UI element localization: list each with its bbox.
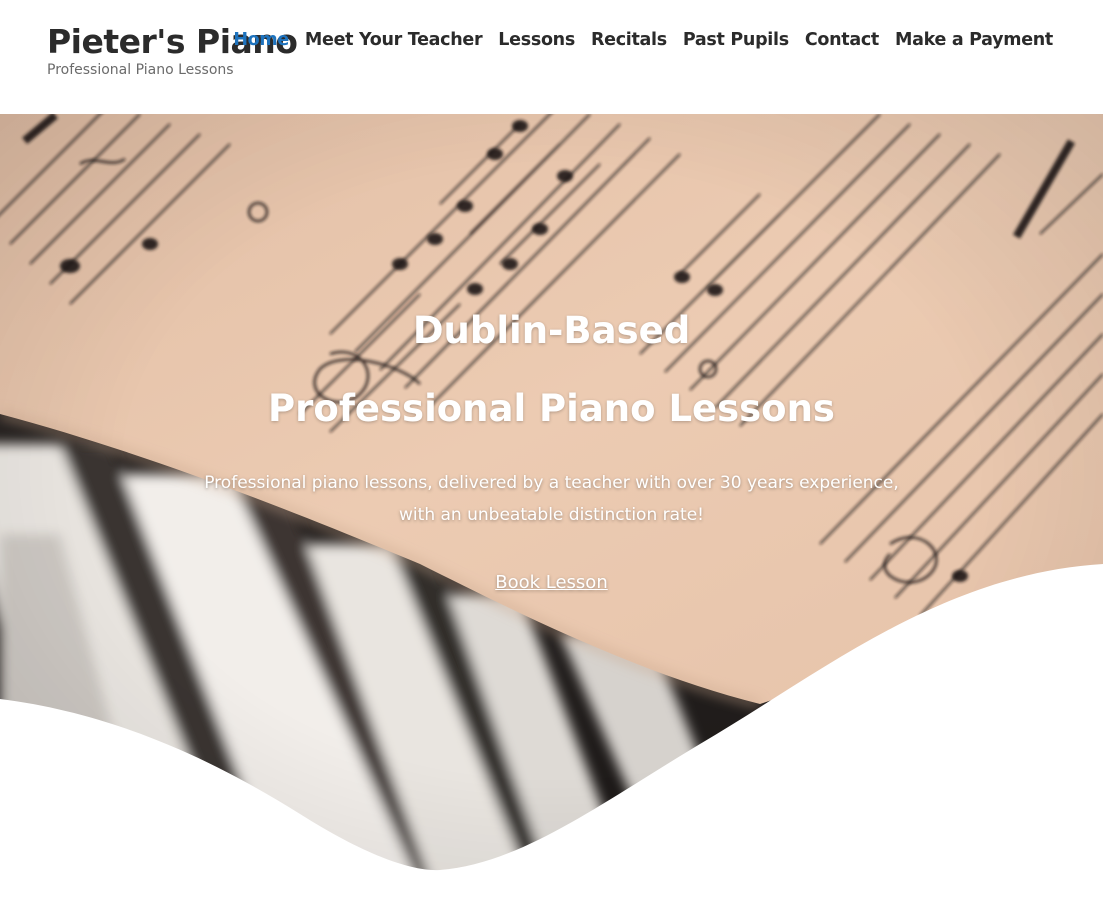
- site-header: Pieter's Piano Professional Piano Lesson…: [0, 0, 1103, 114]
- main-nav: Home Meet Your Teacher Lessons Recitals …: [233, 30, 1053, 50]
- nav-make-a-payment[interactable]: Make a Payment: [895, 30, 1053, 50]
- hero-description: Professional piano lessons, delivered by…: [204, 473, 899, 525]
- hero-section: Dublin-Based Professional Piano Lessons …: [0, 114, 1103, 907]
- hero-cta: Book Lesson: [0, 572, 1103, 593]
- book-lesson-link[interactable]: Book Lesson: [495, 572, 607, 593]
- nav-home[interactable]: Home: [233, 30, 289, 50]
- nav-meet-your-teacher[interactable]: Meet Your Teacher: [305, 30, 483, 50]
- hero-heading-line2: Professional Piano Lessons: [268, 387, 835, 430]
- nav-past-pupils[interactable]: Past Pupils: [683, 30, 789, 50]
- nav-contact[interactable]: Contact: [805, 30, 879, 50]
- nav-recitals[interactable]: Recitals: [591, 30, 667, 50]
- site-tagline: Professional Piano Lessons: [47, 62, 234, 78]
- nav-lessons[interactable]: Lessons: [498, 30, 575, 50]
- hero-heading-line1: Dublin-Based: [412, 309, 691, 352]
